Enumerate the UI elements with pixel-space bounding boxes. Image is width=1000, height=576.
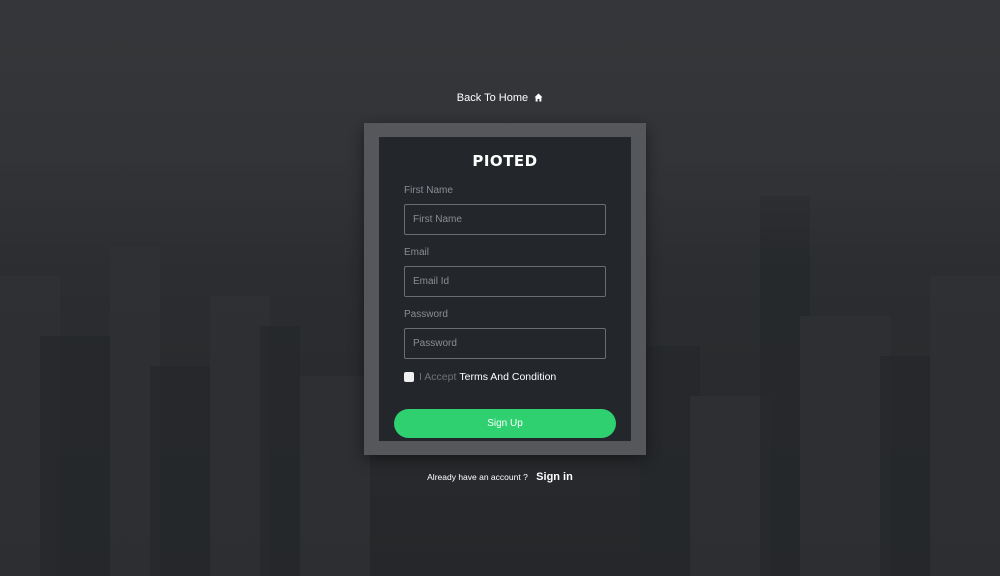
logo-text-right: ED [513, 152, 538, 170]
logo-text-left: PIO [472, 152, 504, 170]
first-name-label: First Name [404, 185, 453, 196]
signup-card-frame: PIOTED First Name Email Password I Accep… [364, 123, 646, 455]
home-icon [534, 93, 543, 105]
logo-cross-letter: T [503, 152, 514, 170]
back-to-home-link[interactable]: Back To Home [0, 92, 1000, 105]
password-label: Password [404, 309, 448, 320]
signin-prompt-row: Already have an account ? Sign in [0, 471, 1000, 483]
accept-prefix-text: I Accept [419, 371, 457, 383]
brand-logo: PIOTED [379, 152, 631, 170]
back-to-home-label: Back To Home [456, 92, 529, 104]
sign-up-button[interactable]: Sign Up [394, 409, 616, 438]
terms-and-condition-link[interactable]: Terms And Condition [459, 371, 556, 383]
signin-prompt-text: Already have an account ? [427, 472, 528, 482]
signup-card: PIOTED First Name Email Password I Accep… [379, 137, 631, 441]
accept-terms-checkbox[interactable] [404, 372, 414, 382]
email-input[interactable] [404, 266, 606, 297]
first-name-input[interactable] [404, 204, 606, 235]
password-input[interactable] [404, 328, 606, 359]
accept-terms-row: I Accept Terms And Condition [404, 371, 556, 383]
sign-in-link[interactable]: Sign in [536, 471, 573, 483]
email-label: Email [404, 247, 430, 258]
